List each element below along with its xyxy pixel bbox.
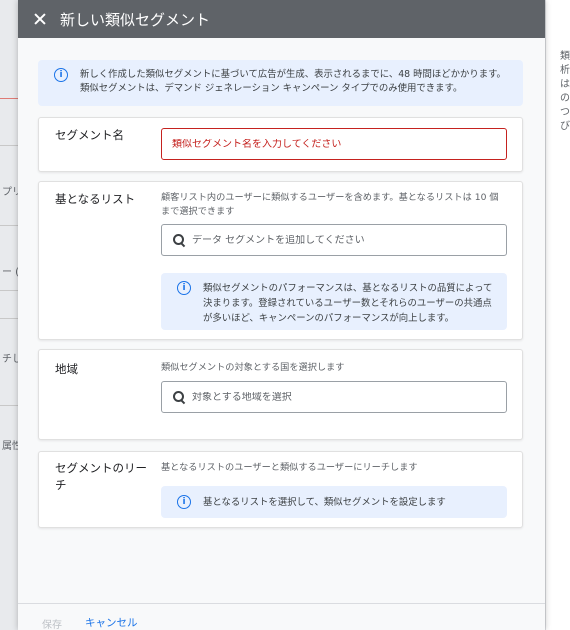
search-icon xyxy=(172,390,186,404)
background-right-strip: 類 析 は の つ び xyxy=(545,0,570,630)
reach-info-box: i 基となるリストを選択して、類似セグメントを設定します xyxy=(161,486,507,518)
info-icon: i xyxy=(54,68,68,82)
background-text: 属性 xyxy=(2,441,18,452)
background-divider xyxy=(0,290,18,291)
search-icon xyxy=(172,233,186,247)
background-divider xyxy=(0,318,18,319)
segment-reach-card: セグメントのリーチ 基となるリストのユーザーと類似するユーザーにリーチします i… xyxy=(38,451,523,528)
dialog-footer: 保存 キャンセル xyxy=(18,603,545,630)
background-text: つ xyxy=(560,107,570,118)
background-divider xyxy=(0,98,18,99)
info-banner-text: 新しく作成した類似セグメントに基づいて広告が生成、表示されるまでに、48 時間ほ… xyxy=(80,69,506,94)
segment-name-field[interactable] xyxy=(161,128,507,160)
info-icon: i xyxy=(177,495,191,509)
new-similar-segment-dialog: 新しい類似セグメント i 新しく作成した類似セグメントに基づいて広告が生成、表示… xyxy=(18,0,545,630)
dialog-title: 新しい類似セグメント xyxy=(60,10,211,29)
data-segment-search-input[interactable] xyxy=(186,234,506,246)
performance-info-box: i 類似セグメントのパフォーマンスは、基となるリストの品質によって決まります。登… xyxy=(161,273,507,330)
info-banner: i 新しく作成した類似セグメントに基づいて広告が生成、表示されるまでに、48 時… xyxy=(38,60,523,106)
background-text: び xyxy=(560,121,570,132)
region-description: 類似セグメントの対象とする国を選択します xyxy=(161,362,345,373)
segment-name-card: セグメント名 xyxy=(38,117,523,172)
base-list-description: 顧客リスト内のユーザーに類似するユーザーを含めます。基となるリストは 10 個ま… xyxy=(161,192,499,217)
background-text: 析 xyxy=(560,65,570,76)
performance-info-text: 類似セグメントのパフォーマンスは、基となるリストの品質によって決まります。登録さ… xyxy=(203,283,493,324)
background-text: 類 xyxy=(560,51,570,62)
background-left-strip: プリ ー ( チし 属性 xyxy=(0,0,18,630)
data-segment-search-field[interactable] xyxy=(161,224,507,256)
cancel-button[interactable]: キャンセル xyxy=(85,615,138,630)
base-list-card: 基となるリスト 顧客リスト内のユーザーに類似するユーザーを含めます。基となるリス… xyxy=(38,181,523,340)
region-card: 地域 類似セグメントの対象とする国を選択します xyxy=(38,349,523,440)
save-button[interactable]: 保存 xyxy=(42,616,62,630)
close-icon[interactable] xyxy=(32,11,48,27)
dialog-header: 新しい類似セグメント xyxy=(18,0,545,38)
base-list-label: 基となるリスト xyxy=(55,192,136,206)
segment-reach-description: 基となるリストのユーザーと類似するユーザーにリーチします xyxy=(161,462,418,473)
background-text: チし xyxy=(2,354,18,365)
background-text: は xyxy=(560,79,570,90)
background-text: の xyxy=(560,93,570,104)
segment-name-label: セグメント名 xyxy=(55,128,124,142)
region-label: 地域 xyxy=(55,362,78,376)
reach-info-text: 基となるリストを選択して、類似セグメントを設定します xyxy=(203,496,446,508)
info-icon: i xyxy=(177,281,191,295)
background-divider xyxy=(0,145,18,146)
segment-name-input[interactable] xyxy=(162,138,506,150)
background-text: ー ( xyxy=(2,267,18,278)
segment-reach-label: セグメントのリーチ xyxy=(55,461,147,492)
background-divider xyxy=(0,225,18,226)
region-search-input[interactable] xyxy=(186,391,506,403)
background-text: プリ xyxy=(2,187,18,198)
region-search-field[interactable] xyxy=(161,381,507,413)
background-divider xyxy=(0,405,18,406)
